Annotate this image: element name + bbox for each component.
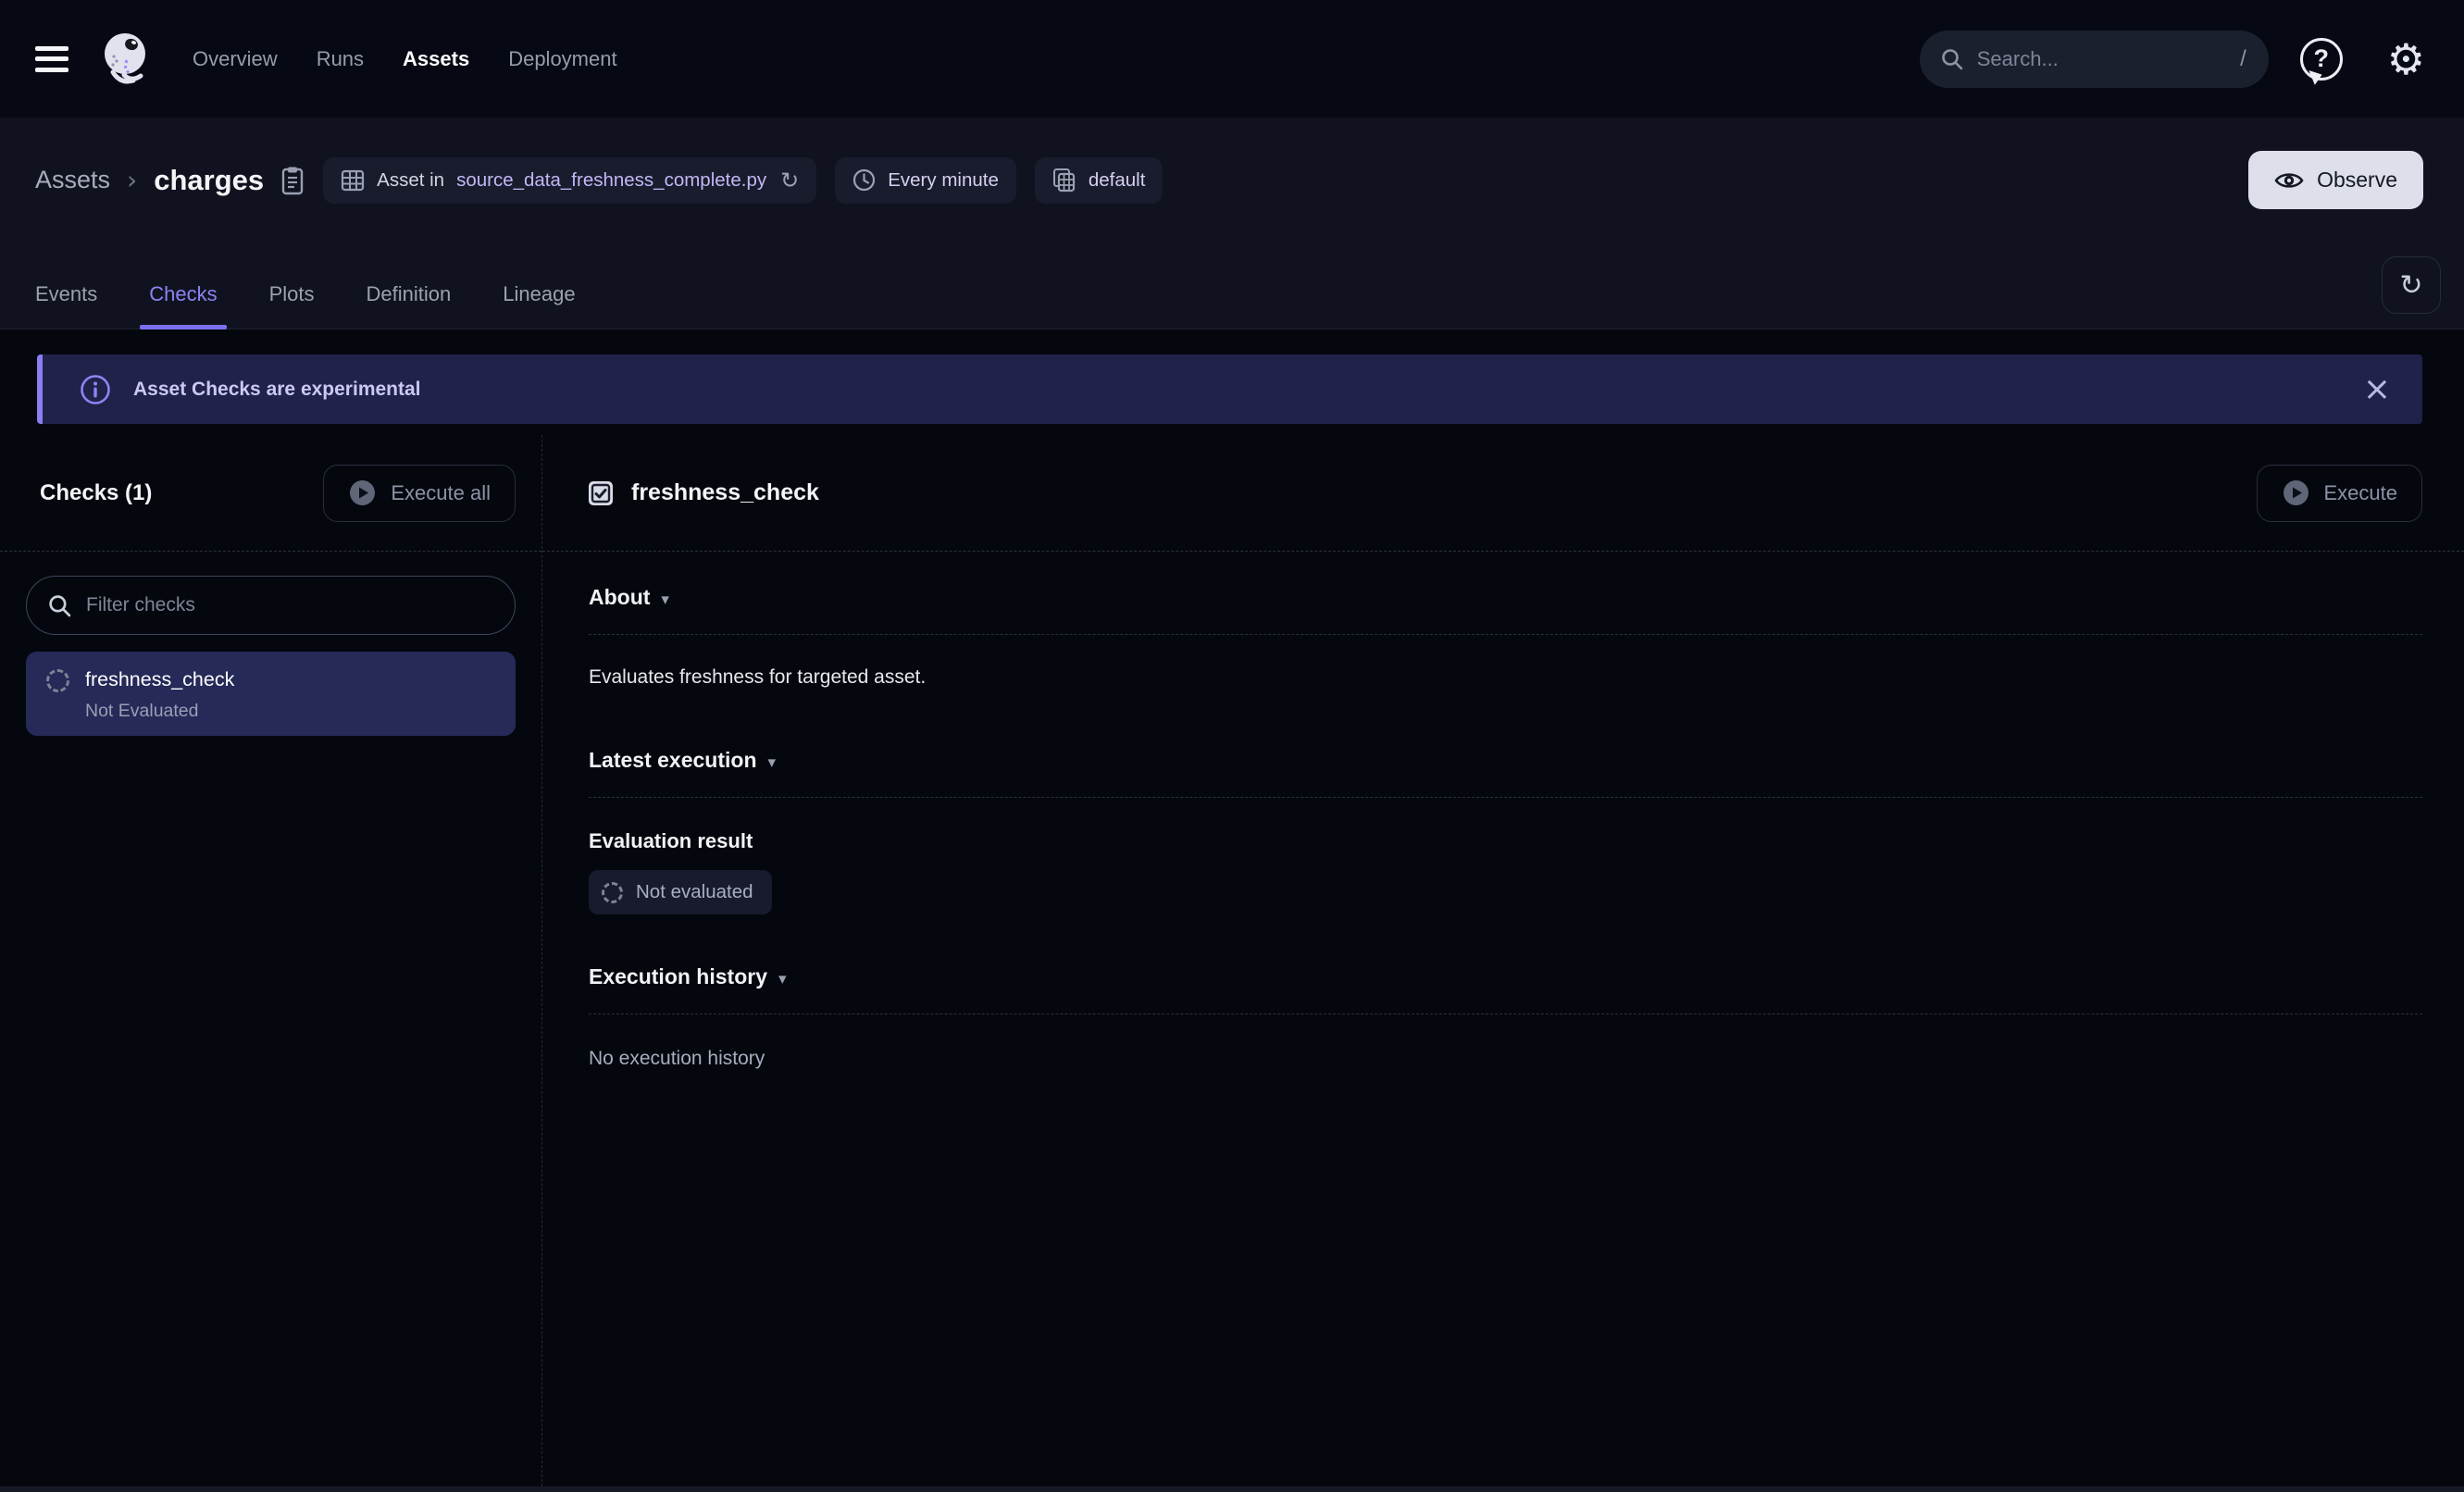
latest-execution-heading: Latest execution	[589, 748, 757, 773]
tab-checks[interactable]: Checks	[147, 282, 218, 329]
section-divider	[589, 1013, 2422, 1014]
checks-layout: Checks (1) Execute all Filter checks fre…	[0, 435, 2464, 1486]
checks-sidebar: Checks (1) Execute all Filter checks fre…	[0, 435, 542, 1486]
settings-gear-icon[interactable]: ⚙	[2387, 38, 2425, 81]
filter-checks-input[interactable]: Filter checks	[26, 576, 516, 635]
checkbox-icon	[587, 479, 615, 507]
section-divider	[589, 797, 2422, 798]
check-detail-header: freshness_check Execute	[542, 435, 2464, 552]
group-grid-icon	[1052, 168, 1076, 193]
group-badge[interactable]: default	[1035, 157, 1164, 204]
about-section-header[interactable]: About ▾	[589, 585, 669, 610]
checks-sidebar-header: Checks (1) Execute all	[0, 435, 541, 552]
check-item-status: Not Evaluated	[85, 701, 234, 722]
freshness-schedule-badge[interactable]: Every minute	[835, 157, 1016, 204]
execution-history-section-header[interactable]: Execution history ▾	[589, 964, 787, 989]
dagster-logo[interactable]	[102, 32, 150, 86]
help-glyph: ?	[2314, 44, 2330, 73]
latest-execution-section-header[interactable]: Latest execution ▾	[589, 748, 776, 773]
schedule-label: Every minute	[888, 169, 999, 192]
group-label: default	[1089, 169, 1146, 192]
dagster-octopus-icon	[102, 32, 150, 86]
observe-label: Observe	[2317, 168, 2397, 193]
breadcrumb-assets-link[interactable]: Assets	[35, 166, 110, 194]
banner-text: Asset Checks are experimental	[133, 379, 421, 401]
top-navbar: Overview Runs Assets Deployment Search..…	[0, 0, 2464, 118]
info-icon	[80, 374, 111, 405]
help-icon[interactable]: ?	[2300, 38, 2343, 81]
tab-events[interactable]: Events	[33, 282, 99, 329]
evaluation-result-status: Not evaluated	[636, 881, 753, 903]
execute-button[interactable]: Execute	[2257, 465, 2423, 522]
table-icon	[341, 168, 365, 193]
nav-deployment[interactable]: Deployment	[508, 47, 616, 71]
chevron-down-icon: ▾	[768, 750, 777, 772]
check-list-item-freshness-check[interactable]: freshness_check Not Evaluated	[26, 652, 516, 736]
nav-assets[interactable]: Assets	[403, 47, 469, 71]
asset-tabs: Events Checks Plots Definition Lineage ↻	[0, 282, 2464, 329]
clock-icon	[852, 168, 876, 192]
search-input[interactable]: Search... /	[1920, 31, 2269, 88]
experimental-banner: Asset Checks are experimental ×	[37, 354, 2422, 424]
execution-history-empty: No execution history	[589, 1048, 2422, 1070]
about-description: Evaluates freshness for targeted asset.	[589, 666, 2422, 689]
asset-definition-badge[interactable]: Asset in source_data_freshness_complete.…	[323, 157, 816, 204]
menu-icon[interactable]	[35, 46, 68, 72]
nav-overview[interactable]: Overview	[193, 47, 278, 71]
filter-placeholder: Filter checks	[86, 594, 195, 616]
evaluation-result-heading: Evaluation result	[589, 829, 2422, 853]
reload-definition-icon[interactable]: ↻	[780, 168, 799, 193]
about-heading: About	[589, 585, 650, 610]
execution-history-heading: Execution history	[589, 964, 767, 989]
check-detail-panel: freshness_check Execute About ▾ Evaluate…	[542, 435, 2464, 1486]
execute-all-label: Execute all	[391, 481, 491, 505]
check-detail-title: freshness_check	[631, 479, 819, 506]
checks-count-heading: Checks (1)	[40, 480, 152, 506]
search-shortcut-hint: /	[2240, 46, 2246, 72]
chevron-down-icon: ▾	[778, 966, 787, 988]
execute-all-button[interactable]: Execute all	[323, 465, 516, 522]
breadcrumb: Assets › charges Asset in source_data_fr…	[0, 118, 2464, 209]
check-item-name: freshness_check	[85, 665, 234, 693]
execute-label: Execute	[2324, 481, 2398, 505]
close-icon[interactable]: ×	[2363, 373, 2391, 406]
check-detail-content: About ▾ Evaluates freshness for targeted…	[542, 552, 2464, 1070]
chevron-down-icon: ▾	[661, 587, 669, 609]
play-circle-icon	[348, 479, 377, 507]
not-evaluated-spinner-icon	[602, 882, 623, 903]
refresh-button[interactable]: ↻	[2382, 256, 2441, 314]
copy-icon[interactable]	[280, 166, 305, 195]
tab-lineage[interactable]: Lineage	[501, 282, 577, 329]
breadcrumb-chevron-icon: ›	[127, 165, 137, 195]
eye-icon	[2274, 170, 2304, 191]
nav-runs[interactable]: Runs	[317, 47, 364, 71]
asset-file-link[interactable]: source_data_freshness_complete.py	[456, 169, 766, 192]
not-evaluated-spinner-icon	[46, 669, 69, 692]
asset-header: Assets › charges Asset in source_data_fr…	[0, 118, 2464, 329]
search-placeholder: Search...	[1977, 47, 2059, 71]
tab-plots[interactable]: Plots	[268, 282, 317, 329]
tab-definition[interactable]: Definition	[365, 282, 454, 329]
window-bottom-edge	[0, 1486, 2464, 1492]
evaluation-result-badge: Not evaluated	[589, 870, 772, 914]
filter-search-icon	[47, 593, 72, 618]
primary-nav: Overview Runs Assets Deployment	[193, 47, 617, 71]
page-title: charges	[154, 164, 264, 197]
play-circle-icon	[2282, 479, 2310, 507]
section-divider	[589, 634, 2422, 635]
asset-in-label: Asset in	[377, 169, 444, 192]
observe-button[interactable]: Observe	[2248, 151, 2423, 209]
search-icon	[1940, 47, 1964, 71]
